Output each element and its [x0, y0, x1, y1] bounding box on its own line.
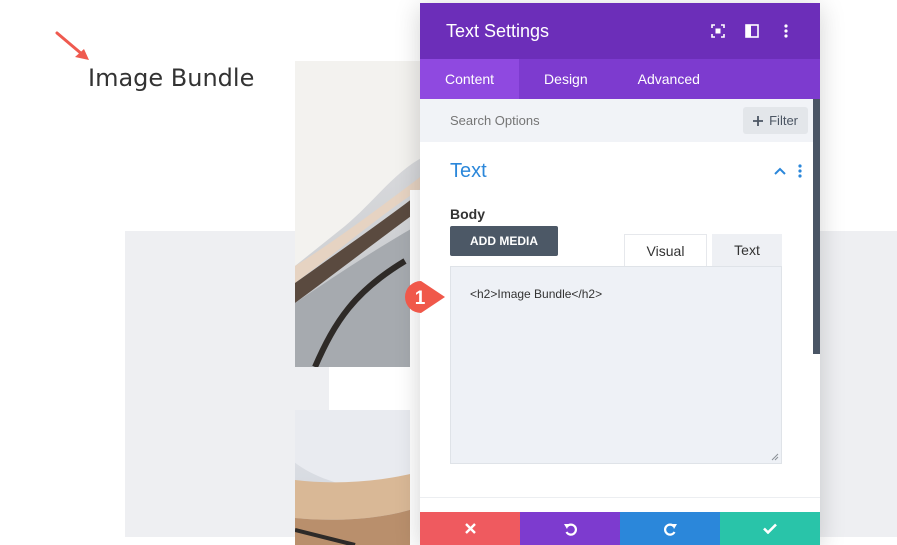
- search-row: Filter: [420, 99, 820, 142]
- x-icon: [464, 523, 476, 534]
- more-vertical-icon[interactable]: [778, 23, 794, 39]
- save-button[interactable]: [720, 512, 820, 545]
- redo-button[interactable]: [620, 512, 720, 545]
- annotation-badge: 1: [399, 278, 447, 316]
- modal-footer: [420, 512, 820, 545]
- chair-detail-image: [295, 410, 425, 545]
- undo-button[interactable]: [520, 512, 620, 545]
- tab-advanced[interactable]: Advanced: [613, 59, 725, 99]
- filter-label: Filter: [769, 113, 798, 128]
- section-title: Text: [450, 159, 487, 182]
- editor-tab-text[interactable]: Text: [712, 234, 782, 266]
- chevron-up-icon[interactable]: [774, 167, 786, 175]
- search-input[interactable]: [450, 113, 744, 128]
- tab-content[interactable]: Content: [420, 59, 520, 99]
- modal-header: Text Settings: [420, 3, 820, 59]
- modal-title: Text Settings: [446, 20, 550, 41]
- settings-tabs: Content Design Advanced: [420, 59, 820, 99]
- split-view-icon[interactable]: [744, 23, 760, 39]
- editor-content: <h2>Image Bundle</h2>: [470, 287, 603, 301]
- annotation-number: 1: [415, 288, 426, 309]
- editor-tab-visual[interactable]: Visual: [624, 234, 707, 266]
- resize-handle-icon[interactable]: [771, 453, 779, 461]
- add-media-button[interactable]: ADD MEDIA: [450, 226, 558, 256]
- section-divider: [420, 497, 820, 498]
- body-field-label: Body: [450, 206, 485, 222]
- page-canvas: Image Bundle Text Settings Content Desig…: [0, 0, 897, 545]
- plus-icon: [753, 115, 764, 126]
- undo-icon: [563, 523, 577, 536]
- check-icon: [763, 523, 777, 534]
- scrollbar[interactable]: [813, 99, 820, 354]
- close-button[interactable]: [420, 512, 520, 545]
- filter-button[interactable]: Filter: [743, 107, 808, 134]
- modal-body: Filter Text Body ADD MEDIA Visual Text <…: [420, 99, 820, 512]
- body-text-editor[interactable]: <h2>Image Bundle</h2>: [450, 266, 782, 464]
- tab-design[interactable]: Design: [519, 59, 613, 99]
- leather-chair-image: [295, 61, 425, 367]
- text-settings-modal: Text Settings Content Design Advanced Se…: [420, 3, 820, 545]
- page-heading: Image Bundle: [88, 64, 255, 92]
- fullscreen-icon[interactable]: [710, 23, 726, 39]
- section-more-icon[interactable]: [798, 164, 802, 178]
- text-section-header[interactable]: Text: [420, 142, 820, 200]
- redo-icon: [663, 523, 677, 536]
- annotation-arrow-icon: [55, 31, 89, 60]
